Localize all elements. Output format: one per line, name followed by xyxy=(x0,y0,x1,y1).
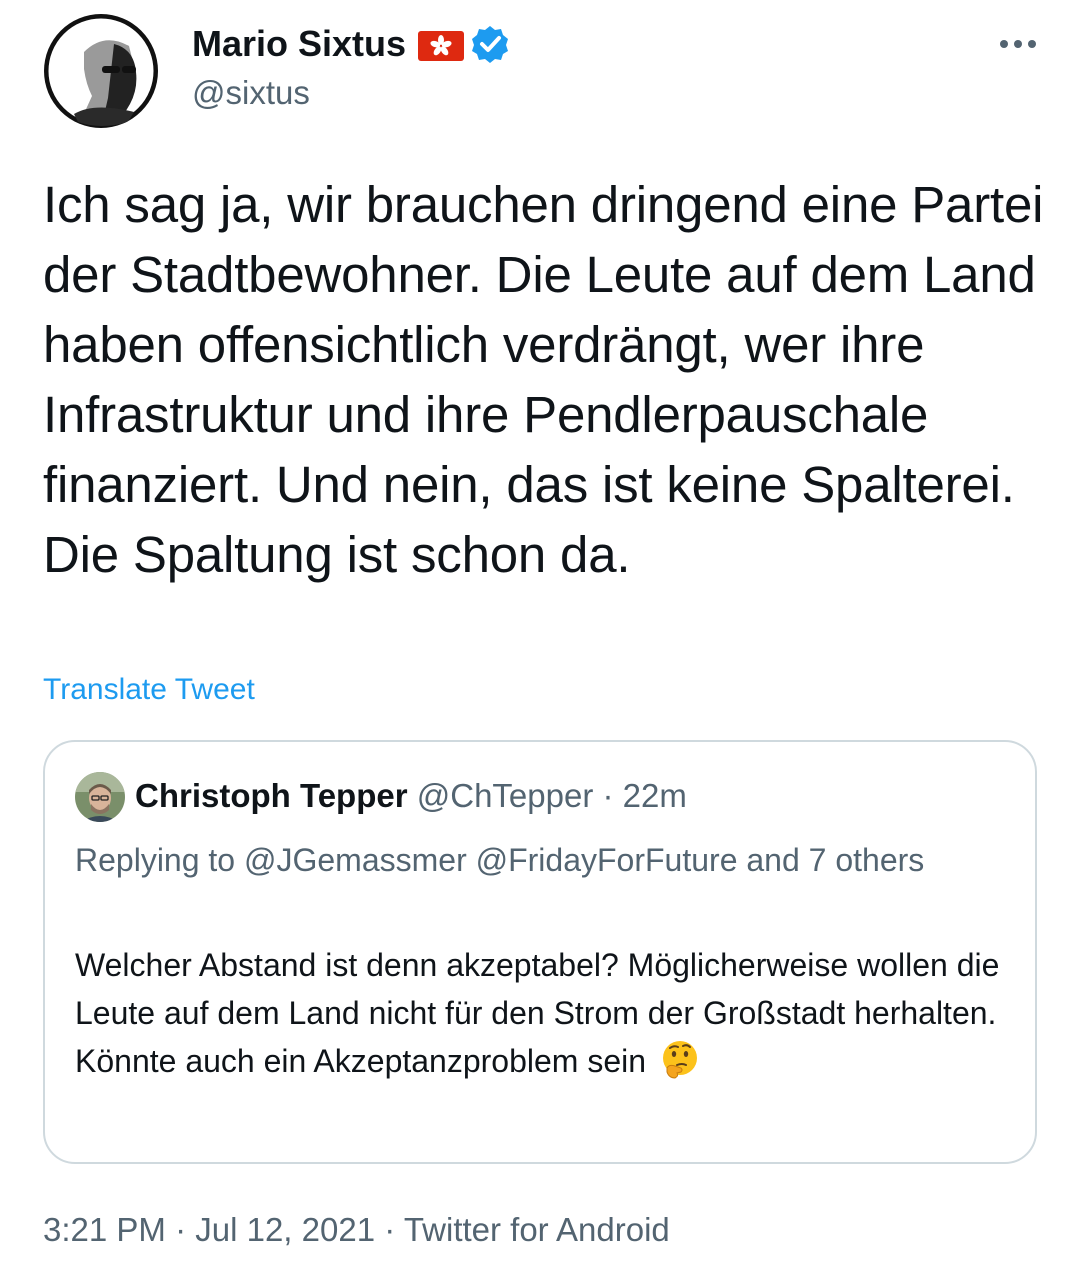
quote-separator: · xyxy=(602,777,614,814)
quote-author-handle[interactable]: @ChTepper xyxy=(417,777,594,814)
quote-timestamp[interactable]: 22m xyxy=(623,777,687,814)
tweet-source[interactable]: Twitter for Android xyxy=(404,1211,670,1248)
author-avatar[interactable] xyxy=(44,14,158,128)
quote-header: Christoph Tepper @ChTepper · 22m xyxy=(135,776,687,816)
quote-text-body: Welcher Abstand ist denn akzeptabel? Mög… xyxy=(75,947,1000,1079)
thinking-face-icon xyxy=(659,1038,701,1080)
author-handle[interactable]: @sixtus xyxy=(192,74,310,112)
tweet-time[interactable]: 3:21 PM xyxy=(43,1211,166,1248)
author-name-row[interactable]: Mario Sixtus xyxy=(192,24,510,64)
quote-text: Welcher Abstand ist denn akzeptabel? Mög… xyxy=(75,941,1025,1085)
quoted-tweet-card[interactable]: Christoph Tepper @ChTepper · 22m Replyin… xyxy=(43,740,1037,1164)
hong-kong-flag-icon xyxy=(418,29,465,61)
quote-replying-to: Replying to @JGemassmer @FridayForFuture… xyxy=(75,842,925,878)
verified-badge-icon xyxy=(470,24,510,64)
tweet-meta: 3:21 PM · Jul 12, 2021 · Twitter for And… xyxy=(43,1210,670,1250)
meta-separator: · xyxy=(384,1211,396,1248)
quote-author-avatar[interactable] xyxy=(75,772,125,822)
tweet-text: Ich sag ja, wir brauchen dringend eine P… xyxy=(43,176,1058,583)
meta-separator: · xyxy=(175,1211,187,1248)
author-name[interactable]: Mario Sixtus xyxy=(192,24,406,64)
quote-author-name[interactable]: Christoph Tepper xyxy=(135,777,408,814)
more-options-icon[interactable] xyxy=(996,30,1040,58)
translate-tweet-link[interactable]: Translate Tweet xyxy=(43,672,255,708)
tweet-date[interactable]: Jul 12, 2021 xyxy=(195,1211,375,1248)
